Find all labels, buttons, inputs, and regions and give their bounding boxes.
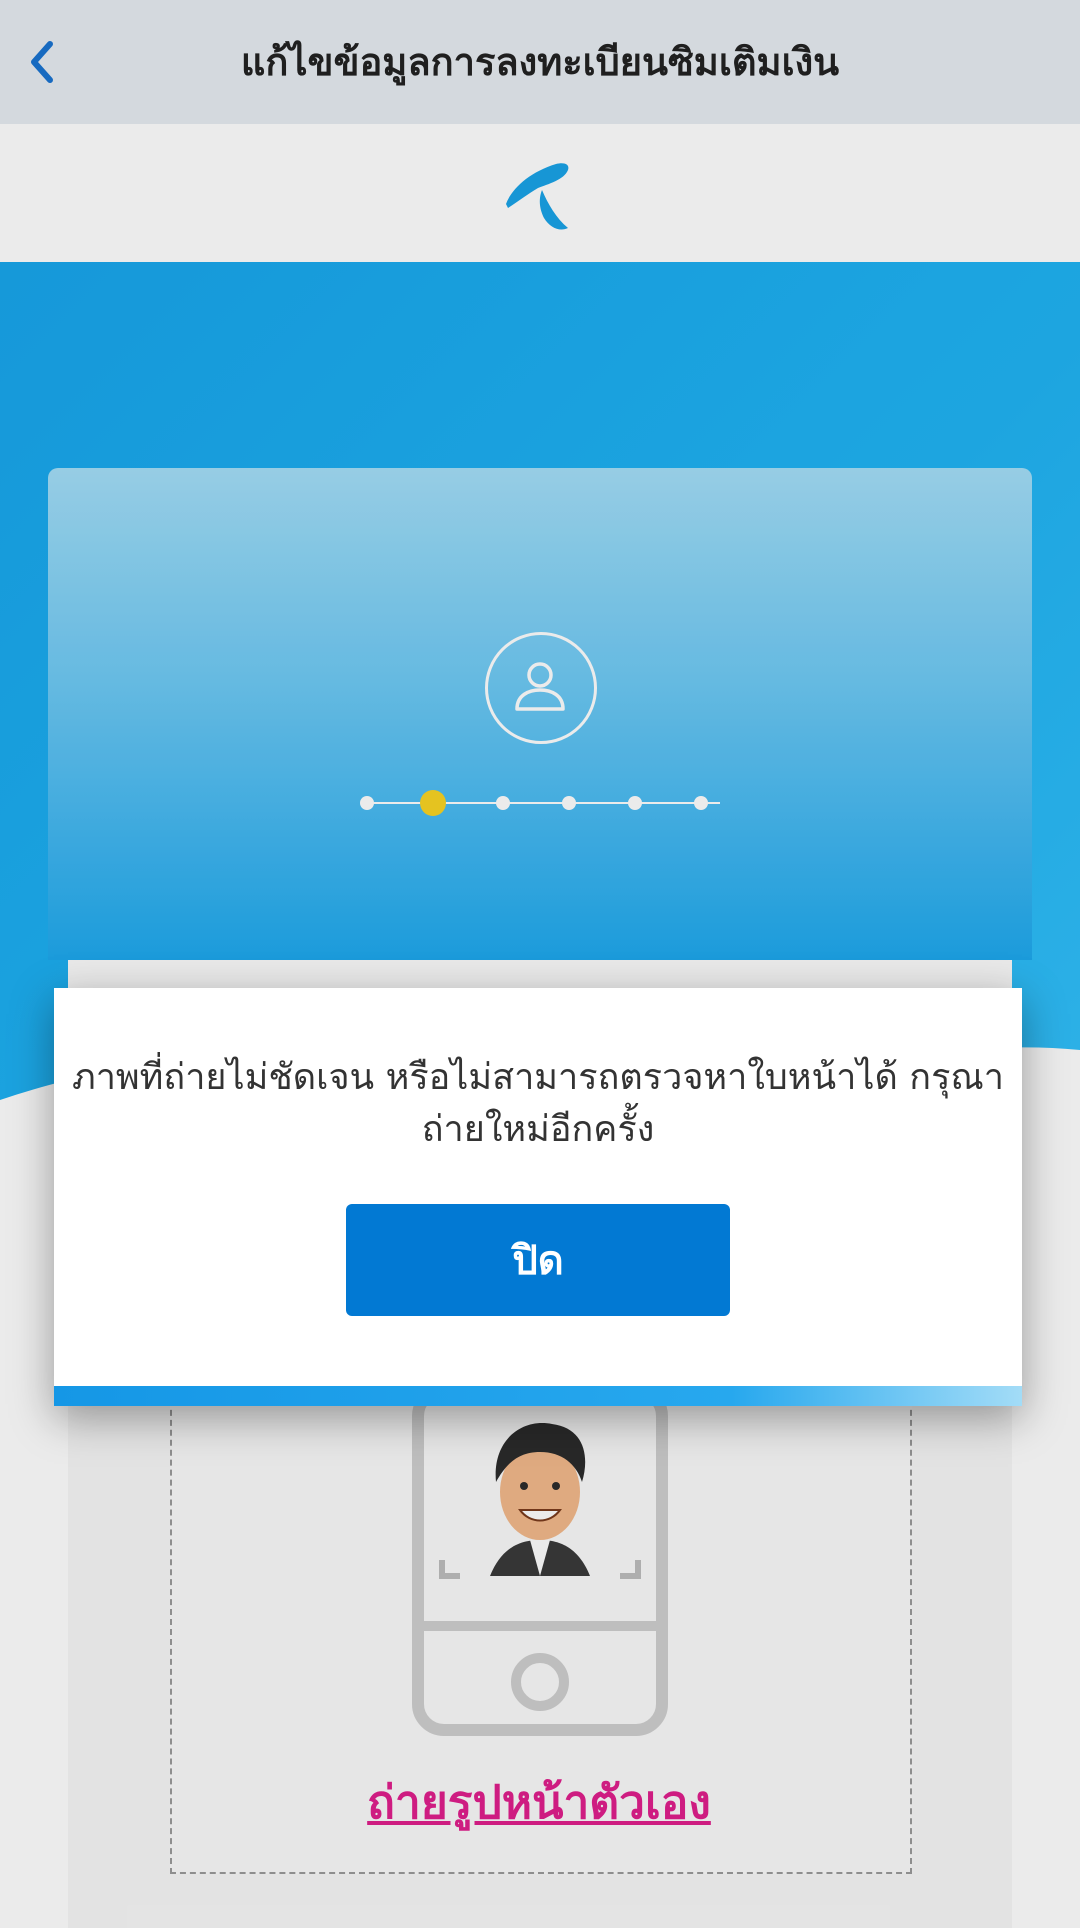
error-dialog: ภาพที่ถ่ายไม่ชัดเจน หรือไม่สามารถตรวจหาใ…	[54, 988, 1022, 1406]
dialog-pointer	[500, 960, 580, 990]
dialog-bottom-bar	[54, 1386, 1022, 1406]
dialog-message: ภาพที่ถ่ายไม่ชัดเจน หรือไม่สามารถตรวจหาใ…	[71, 1057, 1005, 1150]
close-button[interactable]: ปิด	[346, 1204, 730, 1316]
